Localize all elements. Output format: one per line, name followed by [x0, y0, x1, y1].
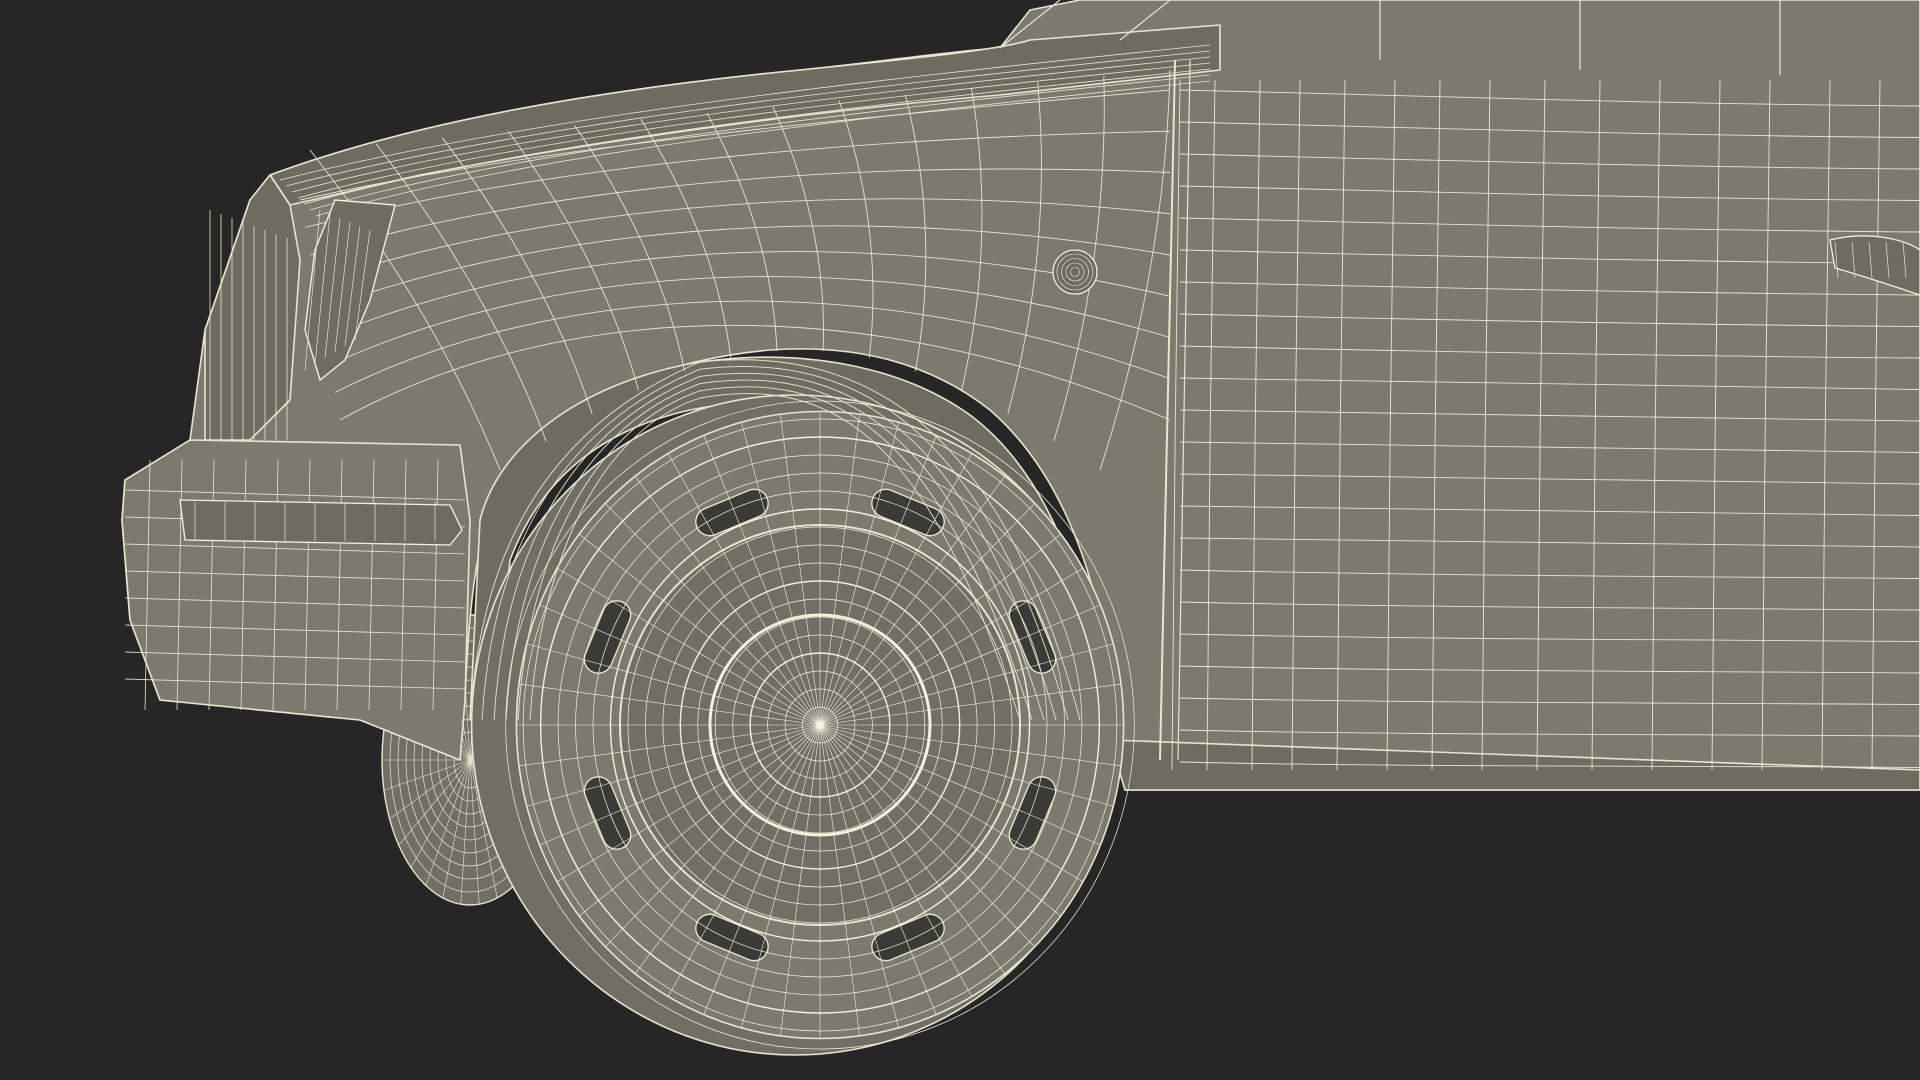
car-wireframe-scene	[121, 0, 1920, 1056]
front-grille	[204, 174, 301, 441]
front-bumper	[121, 439, 471, 761]
side-marker-light	[1052, 249, 1098, 295]
fog-light	[179, 499, 463, 546]
side-marker-outer	[1052, 249, 1098, 295]
hub-center	[816, 721, 824, 729]
fog-light-housing	[179, 499, 463, 546]
render-viewport	[0, 0, 1920, 1080]
